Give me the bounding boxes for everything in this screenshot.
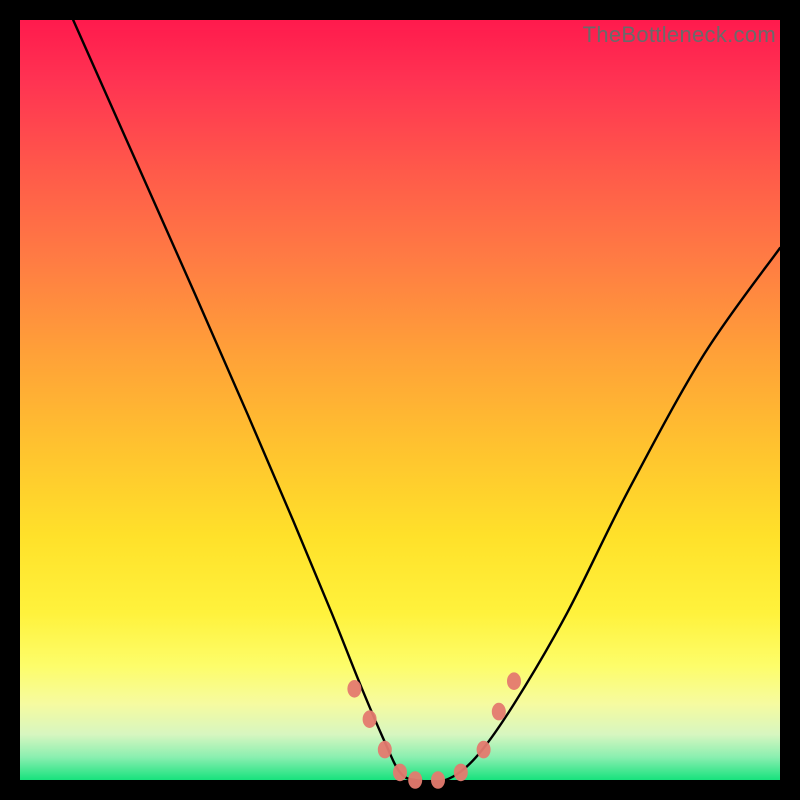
curve-marker [477,741,491,759]
bottleneck-curve-chart [20,20,780,780]
curve-marker [507,672,521,690]
curve-marker [378,741,392,759]
chart-frame: TheBottleneck.com [0,0,800,800]
curve-path [73,20,780,782]
curve-marker [431,771,445,789]
curve-marker [347,680,361,698]
curve-marker [363,710,377,728]
curve-marker [393,764,407,782]
watermark-text: TheBottleneck.com [583,22,776,48]
chart-gradient-background [20,20,780,780]
curve-marker [408,771,422,789]
curve-markers [347,672,521,788]
curve-marker [454,764,468,782]
curve-marker [492,703,506,721]
